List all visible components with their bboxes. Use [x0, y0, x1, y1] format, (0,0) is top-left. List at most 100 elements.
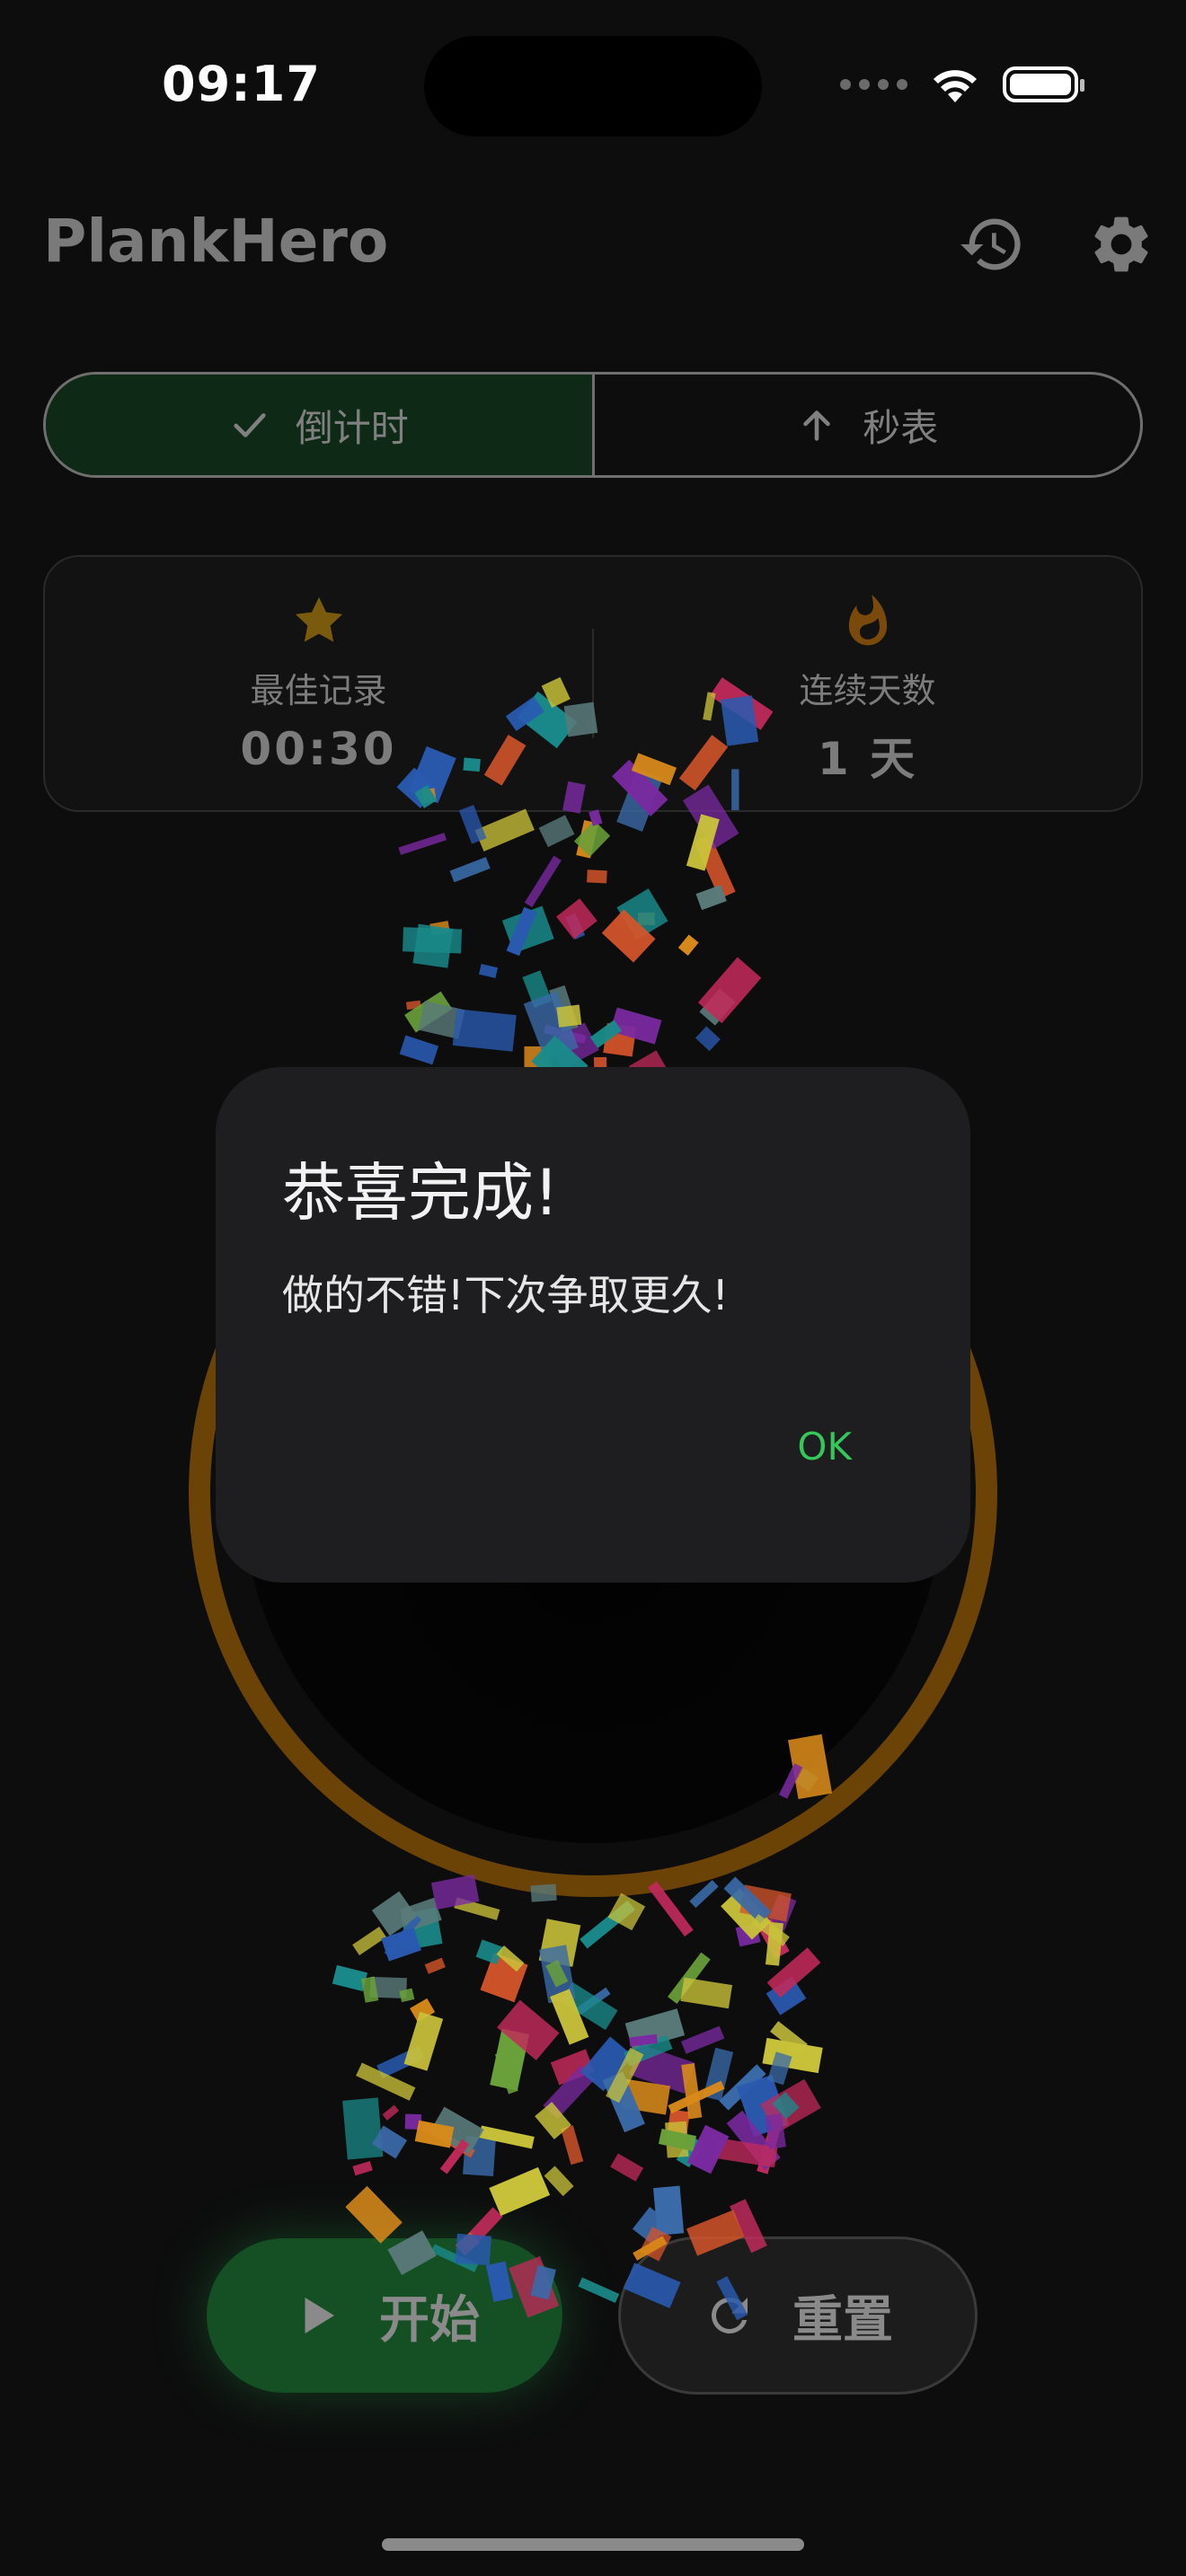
- wifi-icon: [934, 70, 977, 102]
- confetti-piece: [475, 1939, 504, 1965]
- confetti-piece: [421, 2122, 475, 2158]
- segment-stopwatch[interactable]: 秒表: [595, 375, 1141, 475]
- confetti-piece: [680, 2025, 725, 2054]
- confetti-piece: [767, 2051, 792, 2086]
- confetti-piece: [686, 2124, 730, 2175]
- confetti-piece: [653, 2185, 685, 2236]
- confetti-piece: [697, 957, 762, 1024]
- confetti-piece: [376, 2045, 425, 2078]
- home-indicator[interactable]: [382, 2538, 804, 2551]
- confetti-piece: [352, 1927, 387, 1955]
- app-title: PlankHero: [43, 207, 389, 276]
- confetti-piece: [665, 2121, 689, 2158]
- confetti-piece: [602, 2071, 645, 2133]
- reset-button[interactable]: 重置: [618, 2236, 978, 2395]
- confetti-piece: [522, 970, 553, 1008]
- confetti-piece: [751, 1914, 790, 1946]
- confetti-piece: [757, 2116, 783, 2175]
- dialog-message: 做的不错!下次争取更久!: [282, 1271, 729, 1319]
- dynamic-island: [424, 36, 762, 137]
- confetti-piece: [610, 2153, 644, 2182]
- confetti-piece: [576, 819, 598, 859]
- confetti-piece: [556, 1004, 582, 1028]
- confetti-piece: [550, 1989, 589, 2045]
- confetti-piece: [624, 2008, 686, 2051]
- cellular-signal-icon: [840, 79, 907, 90]
- start-label: 开始: [379, 2290, 480, 2350]
- star-icon: [295, 596, 342, 642]
- confetti-piece: [607, 1892, 646, 1931]
- confetti-piece: [561, 2125, 584, 2166]
- app-screen: 09:17 PlankHero 倒计时 秒表 最佳记录 00:30 连续天数 1…: [0, 0, 1186, 2576]
- confetti-piece: [686, 814, 720, 871]
- confetti-piece: [439, 2139, 470, 2175]
- confetti-piece: [544, 2166, 574, 2197]
- confetti-piece: [629, 2043, 695, 2094]
- start-button[interactable]: 开始: [207, 2238, 562, 2393]
- confetti-piece: [580, 1900, 636, 1949]
- confetti-piece: [463, 2136, 496, 2177]
- confetti-piece: [677, 934, 699, 956]
- confetti-piece: [726, 2110, 781, 2171]
- status-time: 09:17: [162, 56, 321, 112]
- settings-gear-icon[interactable]: [1087, 210, 1155, 278]
- confetti-piece: [501, 905, 554, 954]
- confetti-piece: [560, 1981, 618, 2031]
- confetti-piece: [545, 1960, 569, 1988]
- streak-label: 连续天数: [799, 671, 936, 710]
- history-icon[interactable]: [958, 210, 1026, 278]
- confetti-piece: [760, 2078, 821, 2134]
- confetti-piece: [766, 1893, 797, 1933]
- confetti-piece: [580, 2036, 633, 2092]
- confetti-piece: [345, 2185, 403, 2244]
- confetti-piece: [403, 927, 463, 954]
- best-record-stat: 最佳记录 00:30: [45, 557, 592, 810]
- confetti-piece: [621, 2078, 671, 2115]
- confetti-piece: [658, 2129, 696, 2152]
- confetti-piece: [371, 1891, 418, 1936]
- confetti-piece: [410, 1998, 436, 2023]
- confetti-piece: [398, 833, 447, 855]
- confetti-piece: [524, 855, 562, 908]
- confetti-piece: [369, 1976, 407, 1998]
- confetti-piece: [573, 820, 611, 857]
- confetti-piece: [681, 2062, 703, 2120]
- dialog-ok-button[interactable]: OK: [797, 1425, 852, 1469]
- confetti-piece: [497, 1999, 560, 2060]
- confetti-piece: [384, 1914, 422, 1958]
- streak-stat: 连续天数 1 天: [594, 557, 1141, 810]
- confetti-piece: [535, 2102, 571, 2139]
- confetti-piece: [766, 1947, 821, 1998]
- checkmark-icon: [234, 413, 266, 437]
- confetti-piece: [735, 1923, 761, 1947]
- reset-label: 重置: [792, 2290, 893, 2350]
- confetti-piece: [418, 1001, 465, 1039]
- confetti-piece: [360, 1976, 379, 2003]
- confetti-piece: [474, 808, 535, 851]
- confetti-piece: [399, 1035, 439, 1065]
- confetti-piece: [356, 2062, 416, 2101]
- confetti-piece: [629, 2033, 658, 2047]
- confetti-piece: [405, 1000, 421, 1010]
- confetti-piece: [381, 1927, 421, 1962]
- segment-countdown[interactable]: 倒计时: [46, 375, 595, 475]
- confetti-piece: [523, 991, 579, 1061]
- confetti-piece: [496, 1945, 525, 1972]
- status-icons: [840, 65, 1084, 104]
- flame-icon: [848, 595, 887, 646]
- confetti-piece: [616, 888, 668, 940]
- confetti-piece: [480, 1952, 528, 2003]
- confetti-piece: [637, 913, 655, 926]
- streak-value: 1 天: [817, 733, 918, 785]
- confetti-piece: [695, 1026, 721, 1052]
- confetti-piece: [694, 834, 736, 899]
- confetti-piece: [430, 1874, 480, 1910]
- confetti-piece: [449, 857, 491, 883]
- best-record-value: 00:30: [240, 723, 397, 775]
- confetti-piece: [454, 1897, 500, 1920]
- confetti-piece: [538, 815, 575, 848]
- confetti-piece: [606, 2047, 644, 2104]
- confetti-piece: [762, 2037, 823, 2074]
- confetti-piece: [766, 1976, 807, 2016]
- confetti-piece: [494, 2051, 518, 2095]
